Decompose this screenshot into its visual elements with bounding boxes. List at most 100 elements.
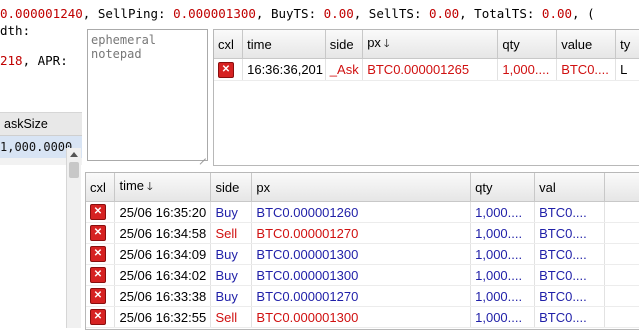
- column-header-val[interactable]: val: [534, 173, 606, 202]
- history-row[interactable]: ✕ 25/06 16:33:38 Buy BTC0.000001270 1,000...…: [86, 285, 639, 307]
- trade-qty: 1,000....: [470, 243, 536, 265]
- trade-side: Buy: [210, 264, 253, 286]
- trade-price: BTC0.000001300: [251, 264, 472, 286]
- close-icon[interactable]: ✕: [90, 288, 106, 305]
- status-label: , SellTS:: [353, 6, 430, 21]
- close-icon[interactable]: ✕: [90, 246, 106, 263]
- trade-time: 25/06 16:33:38: [114, 285, 212, 307]
- order-qty: 1,000....: [497, 58, 558, 81]
- column-header-side[interactable]: side: [210, 173, 253, 202]
- status-value: 0.00: [323, 6, 354, 21]
- order-time: 16:36:36,201: [242, 58, 326, 81]
- sort-down-icon: 🡓: [383, 37, 390, 50]
- left-label-width: dth:: [0, 23, 31, 38]
- open-orders-header-row: cxl time side px 🡓 qty value ty: [214, 30, 639, 59]
- trade-price: BTC0.000001260: [251, 201, 472, 223]
- status-value: 0.000001240: [0, 6, 83, 21]
- filler-cell: [604, 285, 639, 307]
- column-header-px[interactable]: px 🡓: [362, 30, 499, 59]
- status-label: , BuyTS:: [255, 6, 324, 21]
- cancel-cell: ✕: [86, 243, 116, 265]
- trade-price: BTC0.000001300: [251, 243, 472, 265]
- status-value: 0.00: [541, 6, 573, 21]
- close-icon[interactable]: ✕: [90, 267, 106, 284]
- trade-qty: 1,000....: [470, 264, 536, 286]
- trade-val: BTC0....: [534, 285, 606, 307]
- history-header-row: cxl time 🡓 side px qty val: [86, 173, 639, 202]
- history-row[interactable]: ✕ 25/06 16:35:20 Buy BTC0.000001260 1,000...…: [86, 201, 639, 223]
- open-order-row[interactable]: ✕ 16:36:36,201 _Ask BTC0.000001265 1,000…: [214, 58, 639, 81]
- status-label: , (: [572, 6, 595, 21]
- close-icon[interactable]: ✕: [90, 204, 106, 221]
- status-value: 0.00: [429, 6, 460, 21]
- cancel-cell: ✕: [86, 306, 116, 328]
- filler-cell: [604, 243, 639, 265]
- column-header-px[interactable]: px: [251, 173, 472, 202]
- column-header-qty[interactable]: qty: [497, 30, 558, 59]
- history-row[interactable]: ✕ 25/06 16:34:02 Buy BTC0.000001300 1,000...…: [86, 264, 639, 286]
- close-icon[interactable]: ✕: [90, 309, 106, 326]
- vertical-scrollbar[interactable]: [66, 148, 81, 328]
- column-header-side[interactable]: side: [325, 30, 364, 59]
- trade-qty: 1,000....: [470, 222, 536, 244]
- cancel-cell: ✕: [86, 285, 116, 307]
- trade-time: 25/06 16:34:58: [114, 222, 212, 244]
- trade-time: 25/06 16:34:02: [114, 264, 212, 286]
- column-header-cxl[interactable]: cxl: [214, 30, 244, 59]
- asksize-column-header[interactable]: askSize: [0, 113, 82, 136]
- column-header-time[interactable]: time 🡓: [114, 173, 212, 202]
- trade-side: Buy: [210, 201, 253, 223]
- trade-side: Buy: [210, 285, 253, 307]
- trade-time: 25/06 16:32:55: [114, 306, 212, 328]
- trade-time: 25/06 16:34:09: [114, 243, 212, 265]
- sort-down-icon: 🡓: [147, 180, 153, 193]
- trade-time: 25/06 16:35:20: [114, 201, 212, 223]
- notepad-textarea[interactable]: [87, 29, 208, 161]
- order-type: L: [615, 58, 639, 81]
- history-row[interactable]: ✕ 25/06 16:34:58 Sell BTC0.000001270 1,000..…: [86, 222, 639, 244]
- column-header-time[interactable]: time: [242, 30, 326, 59]
- open-orders-grid: cxl time side px 🡓 qty value ty ✕ 16:36:3…: [213, 29, 639, 166]
- cancel-cell: ✕: [86, 264, 116, 286]
- trade-val: BTC0....: [534, 306, 606, 328]
- trade-side: Sell: [210, 306, 253, 328]
- order-side: _Ask: [325, 58, 364, 81]
- left-label-apr: 218, APR:: [0, 53, 68, 68]
- cancel-cell: ✕: [214, 58, 244, 81]
- status-line: 0.000001240, SellPing: 0.000001300, BuyT…: [0, 0, 639, 28]
- trade-price: BTC0.000001270: [251, 285, 472, 307]
- column-header-filler: [604, 173, 639, 202]
- trade-qty: 1,000....: [470, 201, 536, 223]
- order-price: BTC0.000001265: [362, 58, 499, 81]
- column-header-value[interactable]: value: [556, 30, 617, 59]
- scroll-up-icon[interactable]: [69, 150, 79, 160]
- cancel-cell: ✕: [86, 201, 116, 223]
- close-icon[interactable]: ✕: [90, 225, 106, 242]
- history-row[interactable]: ✕ 25/06 16:34:09 Buy BTC0.000001300 1,000...…: [86, 243, 639, 265]
- column-header-type[interactable]: ty: [615, 30, 639, 59]
- filler-cell: [604, 264, 639, 286]
- status-label: , SellPing:: [82, 6, 174, 21]
- trade-val: BTC0....: [534, 222, 606, 244]
- close-icon[interactable]: ✕: [218, 61, 234, 78]
- trade-qty: 1,000....: [470, 285, 536, 307]
- history-row[interactable]: ✕ 25/06 16:32:55 Sell BTC0.000001300 1,000..…: [86, 306, 639, 328]
- filler-cell: [604, 306, 639, 328]
- scroll-thumb[interactable]: [69, 162, 79, 178]
- column-header-qty[interactable]: qty: [470, 173, 536, 202]
- trade-price: BTC0.000001300: [251, 306, 472, 328]
- order-value: BTC0....: [556, 58, 617, 81]
- trade-history-grid: cxl time 🡓 side px qty val ✕ 25/06 16:35:2…: [85, 172, 639, 330]
- status-value: 0.000001300: [173, 6, 256, 21]
- trade-price: BTC0.000001270: [251, 222, 472, 244]
- trade-side: Buy: [210, 243, 253, 265]
- trade-side: Sell: [210, 222, 253, 244]
- trade-val: BTC0....: [534, 201, 606, 223]
- cancel-cell: ✕: [86, 222, 116, 244]
- resize-grip-icon[interactable]: [198, 151, 206, 159]
- column-header-cxl[interactable]: cxl: [86, 173, 116, 202]
- status-label: , TotalTS:: [459, 6, 542, 21]
- filler-cell: [604, 201, 639, 223]
- trade-qty: 1,000....: [470, 306, 536, 328]
- filler-cell: [604, 222, 639, 244]
